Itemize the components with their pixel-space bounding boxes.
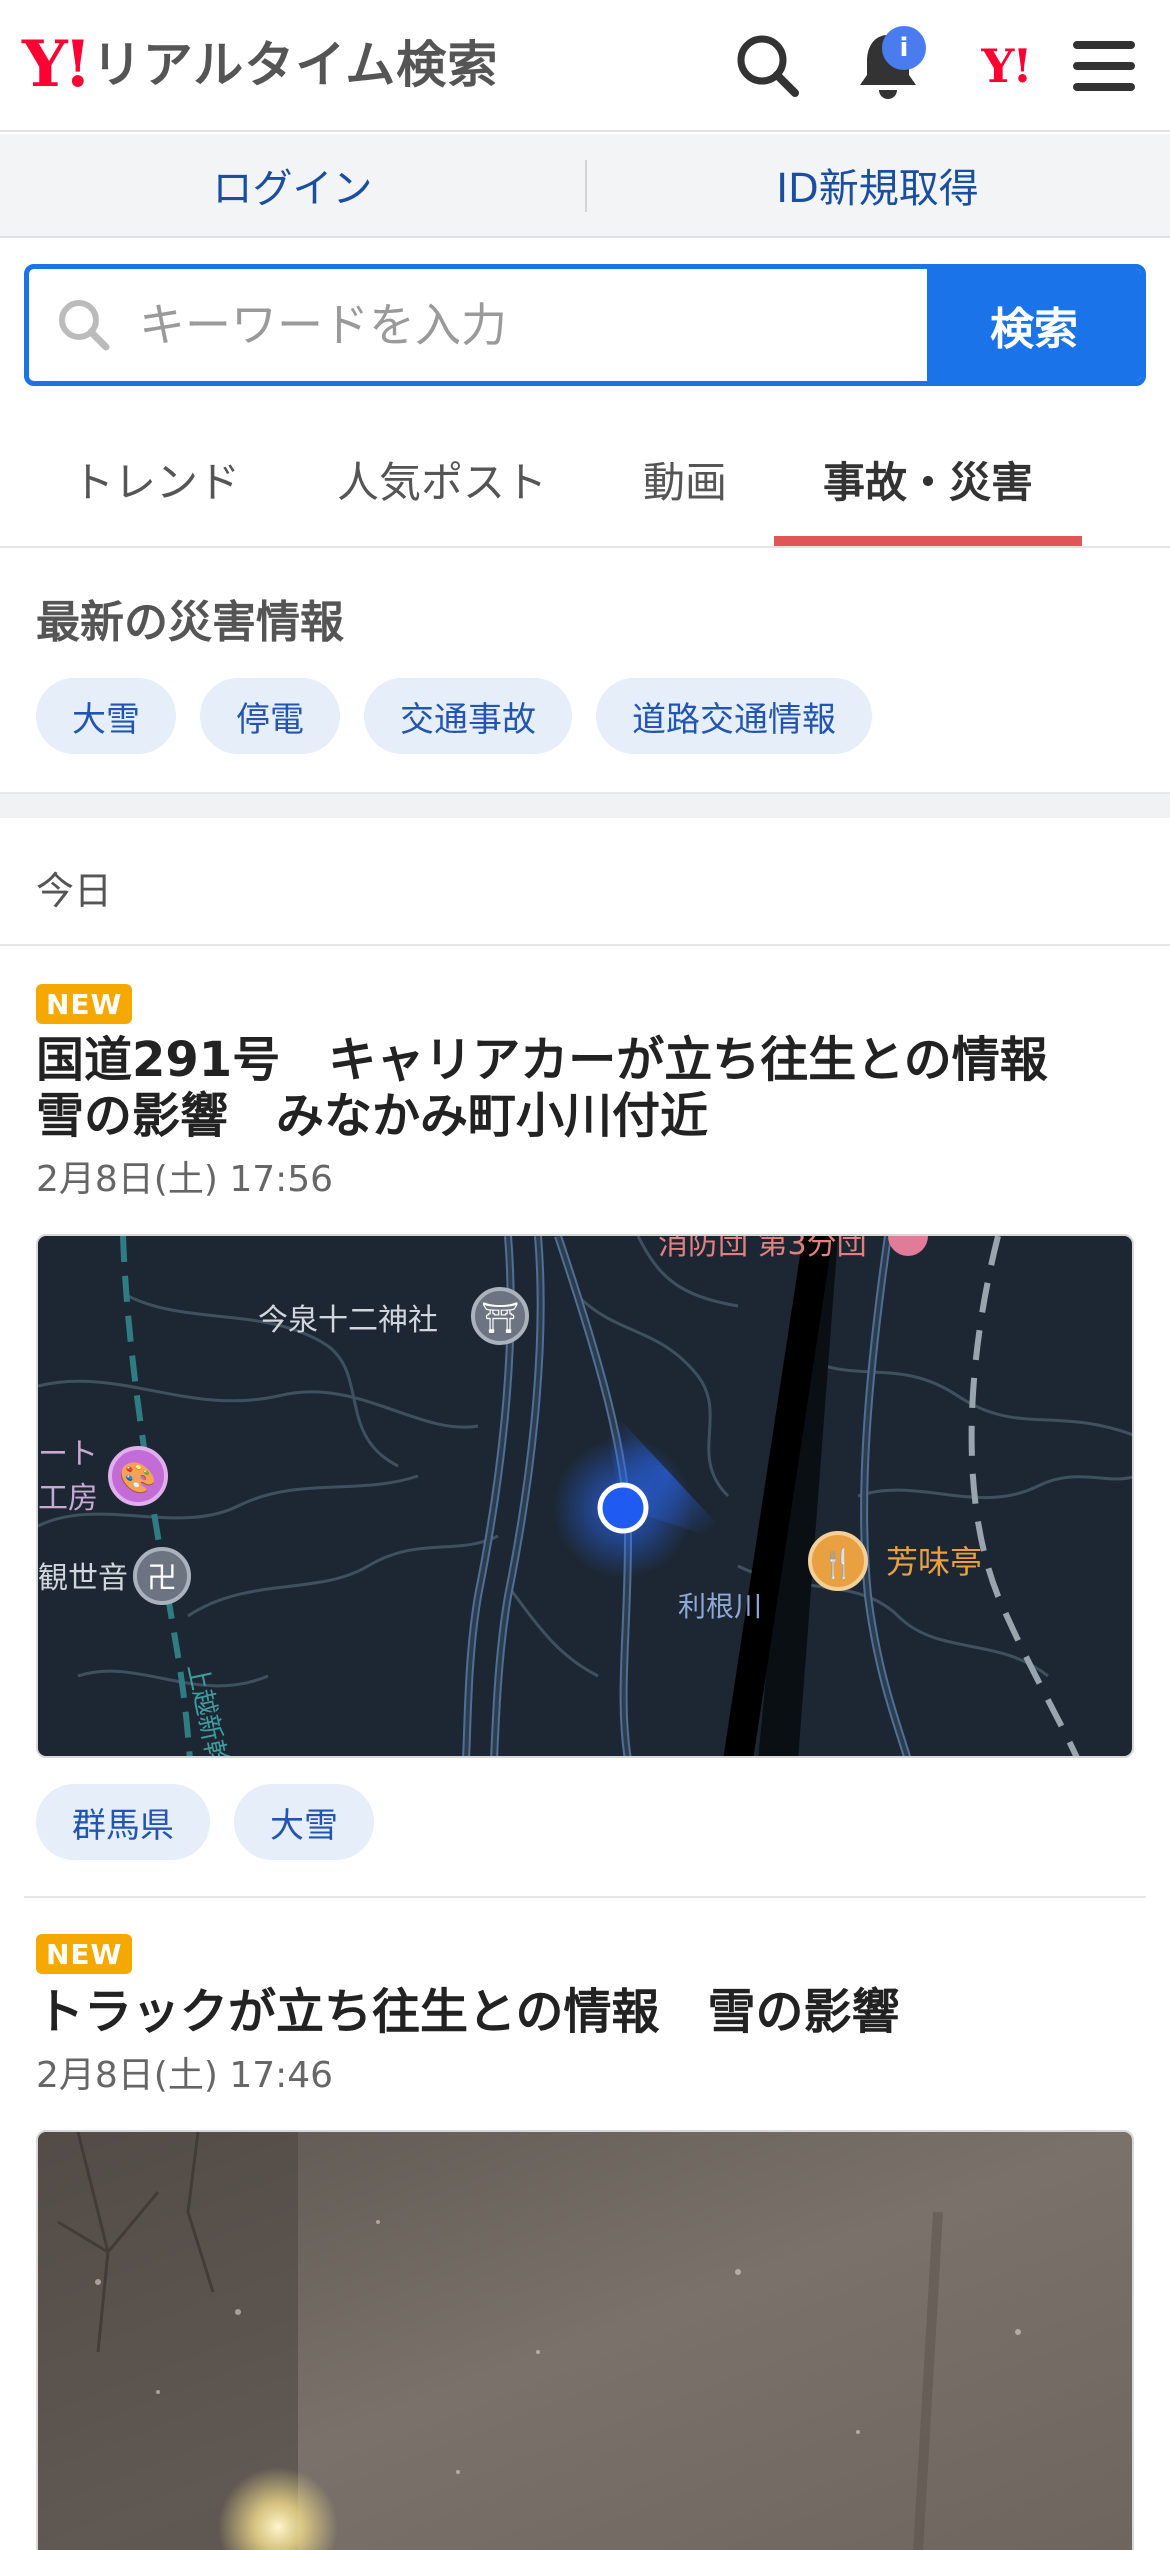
yahoo-mark-icon[interactable]: Y!: [966, 26, 1046, 106]
search-icon[interactable]: [728, 26, 808, 106]
article-title[interactable]: トラックが立ち往生との情報 雪の影響: [36, 1984, 1136, 2040]
article-photo-image[interactable]: [36, 2130, 1134, 2550]
category-tabs: トレンド 人気ポスト 動画 事故・災害: [0, 412, 1170, 548]
article-title[interactable]: 国道291号 キャリアカーが立ち往生との情報 雪の影響 みなかみ町小川付近: [36, 1032, 1136, 1144]
yahoo-mark: Y!: [981, 39, 1032, 93]
login-divider: [585, 160, 587, 212]
article-map-image[interactable]: ⛩ 今泉十二神社 消防団 第3分団 🎨 ート 工房 卍 観世音 利根川 🍴 芳味…: [36, 1234, 1134, 1758]
article-divider: [24, 1896, 1146, 1898]
search-button[interactable]: 検索: [927, 269, 1141, 381]
disaster-info-section: 最新の災害情報 大雪 停電 交通事故 道路交通情報: [0, 550, 1170, 792]
logo-mark: Y!: [22, 27, 92, 102]
notification-badge: i: [882, 26, 926, 70]
svg-text:卍: 卍: [147, 1561, 177, 1596]
logo-text: リアルタイム検索: [91, 36, 499, 94]
tab-trend[interactable]: トレンド: [46, 412, 266, 546]
search-field-icon: [29, 269, 139, 381]
tab-popular-posts[interactable]: 人気ポスト: [326, 412, 558, 546]
chip-road-traffic-info[interactable]: 道路交通情報: [596, 678, 872, 754]
login-link[interactable]: ログイン: [0, 134, 585, 236]
tag-heavy-snow[interactable]: 大雪: [234, 1784, 374, 1860]
day-header: 今日: [0, 818, 1170, 946]
article-date: 2月8日(土) 17:46: [36, 2055, 334, 2096]
chip-heavy-snow[interactable]: 大雪: [36, 678, 176, 754]
map-label-left-top: ート: [38, 1437, 98, 1472]
article-title-line: トラックが立ち往生との情報 雪の影響: [36, 1984, 900, 2040]
map-label-left-mid: 工房: [38, 1481, 98, 1516]
menu-icon[interactable]: [1064, 26, 1144, 106]
article-tags: 群馬県 大雪: [36, 1784, 374, 1860]
tag-gunma[interactable]: 群馬県: [36, 1784, 210, 1860]
chip-traffic-accident[interactable]: 交通事故: [364, 678, 572, 754]
svg-text:⛩: ⛩: [481, 1301, 519, 1336]
new-badge: NEW: [36, 1934, 133, 1974]
notification-bell-icon[interactable]: i: [848, 26, 928, 106]
disaster-heading: 最新の災害情報: [36, 597, 344, 648]
disaster-chips: 大雪 停電 交通事故 道路交通情報: [36, 678, 872, 754]
tab-accidents-disasters[interactable]: 事故・災害: [774, 412, 1082, 546]
article-date: 2月8日(土) 17:56: [36, 1159, 334, 1200]
map-label-fire: 消防団 第3分団: [658, 1236, 867, 1262]
login-bar: ログイン ID新規取得: [0, 134, 1170, 238]
day-label: 今日: [36, 869, 113, 913]
app-header: Y! リアルタイム検索 i Y!: [0, 0, 1170, 132]
tab-videos[interactable]: 動画: [622, 412, 748, 546]
search-form: 検索: [24, 264, 1146, 386]
yahoo-realtime-logo[interactable]: Y! リアルタイム検索: [22, 30, 498, 100]
map-label-kannon: 観世音: [38, 1561, 128, 1596]
article-title-line: 国道291号 キャリアカーが立ち往生との情報: [36, 1032, 1048, 1088]
signup-link[interactable]: ID新規取得: [585, 134, 1170, 236]
svg-text:🎨: 🎨: [119, 1459, 156, 1496]
map-label-restaurant: 芳味亭: [886, 1543, 982, 1581]
chip-power-outage[interactable]: 停電: [200, 678, 340, 754]
search-input[interactable]: [139, 269, 927, 381]
section-gap: [0, 792, 1170, 818]
map-label-shrine: 今泉十二神社: [258, 1303, 438, 1338]
article-title-line: 雪の影響 みなかみ町小川付近: [36, 1088, 709, 1144]
map-label-river: 利根川: [678, 1590, 762, 1623]
svg-text:🍴: 🍴: [821, 1547, 856, 1580]
new-badge: NEW: [36, 984, 133, 1024]
